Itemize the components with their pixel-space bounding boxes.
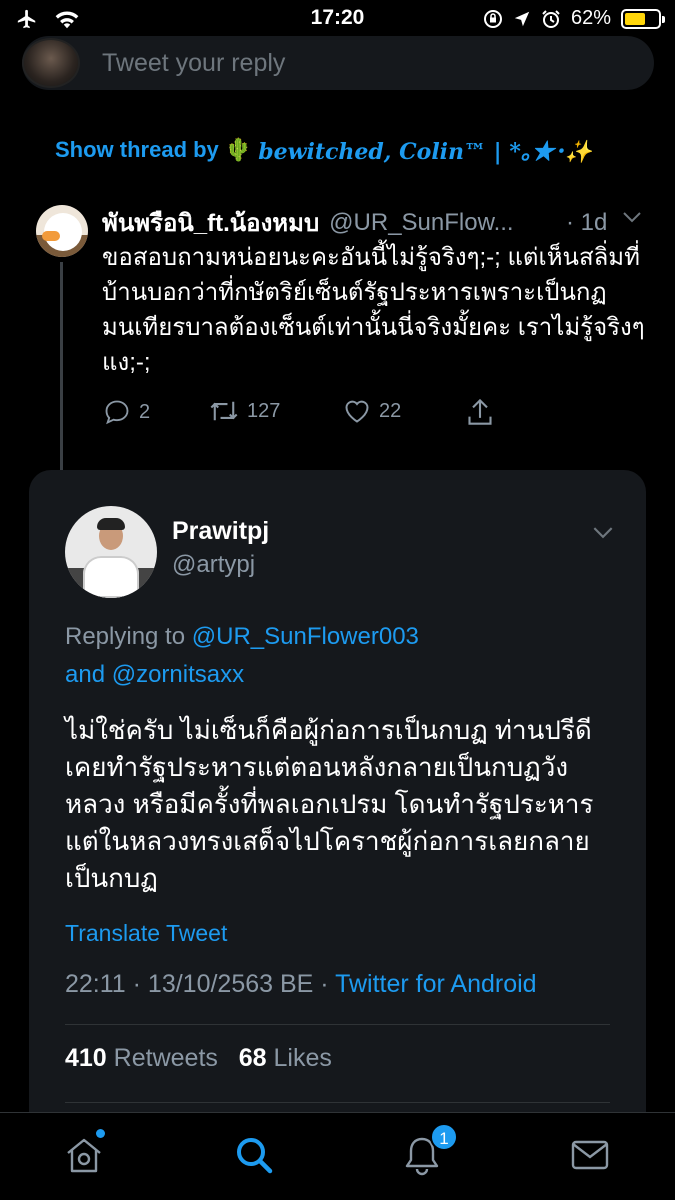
tweet-actions: 2 127 22 [103,398,503,432]
share-button[interactable] [467,398,493,426]
location-icon [514,11,530,26]
search-icon [237,1138,273,1174]
show-thread-link[interactable]: Show thread by 🌵 𝒃𝒆𝒘𝒊𝒕𝒄𝒉𝒆𝒅, 𝑪𝒐𝒍𝒊𝒏™ | *｡★… [55,134,592,166]
author-name[interactable]: Prawitpj [172,517,269,546]
tweet-stats: 410 Retweets 68 Likes [65,1044,332,1073]
tab-messages[interactable] [568,1133,612,1177]
retweet-button[interactable]: 127 [209,398,280,424]
home-icon [67,1138,101,1173]
like-button[interactable]: 22 [343,398,401,424]
likes-stat[interactable]: 68 Likes [239,1044,332,1072]
cactus-emoji: 🌵 [224,137,253,162]
author-handle[interactable]: @artypj [172,551,255,579]
thread-author-name: 𝒃𝒆𝒘𝒊𝒕𝒄𝒉𝒆𝒅, 𝑪𝒐𝒍𝒊𝒏™ | *｡★･✨ [258,139,593,165]
alarm-icon [542,9,560,28]
battery-percent: 62% [570,7,611,29]
author-name[interactable]: พันพรือนิ_ft.น้องหมบ [102,203,319,242]
tweet-text: ไม่ใช่ครับ ไม่เซ็นก็คือผู้ก่อการเป็นกบฏ … [65,715,594,893]
mention-link[interactable]: @zornitsaxx [112,661,244,688]
thread-connector-line [60,262,63,470]
translate-tweet-link[interactable]: Translate Tweet [65,920,227,947]
status-bar: 17:20 62% [0,0,675,38]
retweet-count: 127 [247,399,281,422]
author-handle[interactable]: @UR_SunFlow... [329,209,513,237]
tab-notifications[interactable]: 1 [400,1123,458,1177]
and-label: and [65,661,106,688]
battery-icon [621,8,665,29]
mention-link[interactable]: @UR_SunFlower003 [192,623,419,650]
bottom-tab-bar: 1 [0,1112,675,1200]
mail-icon [571,1140,609,1170]
heart-icon [345,400,369,423]
reply-icon [105,400,129,425]
tab-home[interactable] [62,1129,106,1177]
retweets-stat[interactable]: 410 Retweets [65,1044,218,1072]
like-count: 22 [379,399,402,422]
avatar[interactable] [65,506,157,598]
tweet-timestamp: 22:11 · 13/10/2563 BE · [65,970,336,998]
tweet-meta: 22:11 · 13/10/2563 BE · Twitter for Andr… [65,970,537,999]
tweet-text: ขอสอบถามหน่อยนะคะอันนี้ไม่รู้จริงๆ;-; แต… [102,244,645,376]
tab-search[interactable] [232,1133,276,1177]
reply-button[interactable]: 2 [103,398,150,426]
orientation-lock-icon [483,9,502,28]
share-icon [468,398,492,425]
retweet-icon [210,401,238,421]
show-thread-prefix: Show thread by [55,137,219,162]
reply-input-placeholder[interactable]: Tweet your reply [102,49,285,78]
replying-to: Replying to @UR_SunFlower003 and @zornit… [65,618,625,694]
focused-tweet-card: Prawitpj @artypj Replying to @UR_SunFlow… [29,470,646,1150]
notification-badge: 1 [430,1123,458,1151]
reply-count: 2 [139,400,151,423]
divider [65,1024,610,1025]
client-link[interactable]: Twitter for Android [335,970,536,998]
chevron-down-icon[interactable] [592,522,614,545]
replying-prefix: Replying to [65,623,186,650]
chevron-down-icon[interactable] [622,207,642,228]
divider [65,1102,610,1103]
tweet-header: พันพรือนิ_ft.น้องหมบ @UR_SunFlow... · 1d [102,203,642,242]
battery-level [625,12,645,25]
reply-compose-bar[interactable]: Tweet your reply [22,36,654,90]
avatar[interactable] [36,205,88,257]
avatar [22,38,80,88]
new-content-dot [96,1129,105,1138]
tweet-time: · 1d [566,208,608,236]
